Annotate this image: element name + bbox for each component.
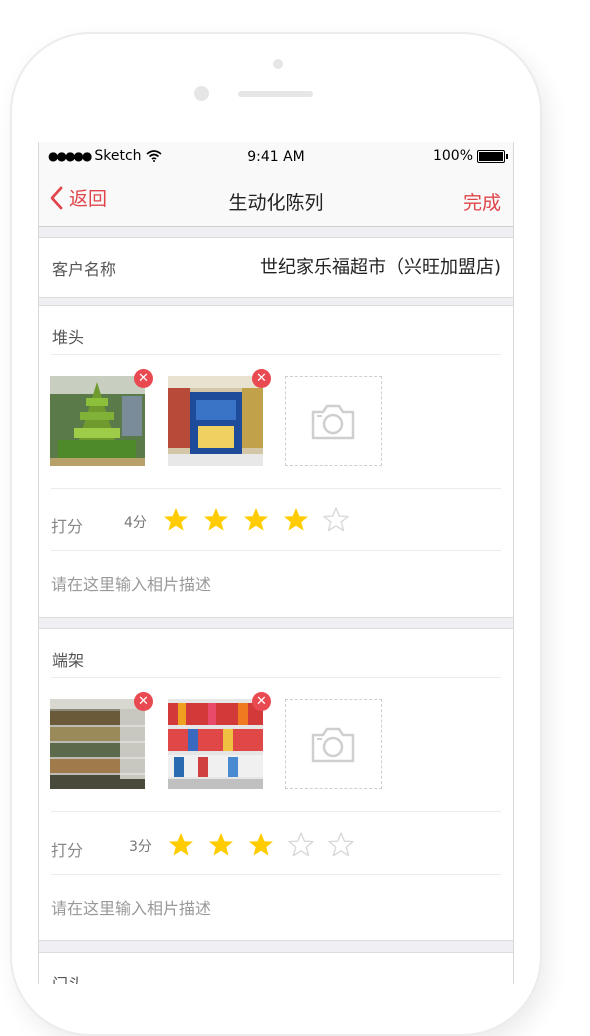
divider (51, 488, 501, 489)
score-value: 4分 (124, 515, 147, 531)
star-icon[interactable] (323, 507, 349, 533)
delete-photo-button[interactable]: ✕ (252, 369, 271, 388)
photo-thumbnail[interactable]: ✕ (50, 692, 153, 789)
navigation-bar: 返回 生动化陈列 完成 (39, 172, 513, 227)
star-icon[interactable] (248, 832, 274, 858)
display-stand-photo (168, 376, 263, 466)
star-icon[interactable] (168, 832, 194, 858)
star-icon[interactable] (328, 832, 354, 858)
app-screen: ●●●●● Sketch 9:41 AM 100% 返回 生动化陈列 完成 客户… (38, 142, 514, 984)
add-photo-button[interactable] (285, 376, 382, 466)
star-icon[interactable] (283, 507, 309, 533)
section-title: 堆头 (52, 328, 85, 347)
camera-icon (311, 727, 355, 763)
star-icon[interactable] (203, 507, 229, 533)
product-pyramid-photo (50, 376, 145, 466)
photo-thumbnail[interactable]: ✕ (168, 692, 271, 789)
display-section: 门头 (39, 952, 513, 984)
photo-thumbnail[interactable]: ✕ (50, 369, 153, 466)
display-section: 堆头 ✕ ✕ 打分 4分 请在这里输入相片描述 (39, 305, 513, 618)
star-icon[interactable] (163, 507, 189, 533)
done-button[interactable]: 完成 (463, 188, 501, 215)
customer-row: 客户名称 世纪家乐福超市（兴旺加盟店) (39, 237, 513, 298)
photo-description-input[interactable]: 请在这里输入相片描述 (51, 895, 211, 919)
score-value: 3分 (129, 839, 152, 855)
delete-photo-button[interactable]: ✕ (252, 692, 271, 711)
earpiece-speaker (238, 91, 313, 97)
customer-value: 世纪家乐福超市（兴旺加盟店) (259, 257, 501, 278)
section-title: 门头 (52, 971, 84, 984)
star-icon[interactable] (208, 832, 234, 858)
photo-thumbnail[interactable]: ✕ (168, 369, 271, 466)
page-title: 生动化陈列 (228, 192, 324, 214)
divider (51, 677, 501, 678)
section-title: 端架 (52, 651, 85, 670)
battery-percent: 100% (432, 148, 473, 164)
delete-photo-button[interactable]: ✕ (134, 692, 153, 711)
battery-icon (477, 149, 508, 163)
photo-description-input[interactable]: 请在这里输入相片描述 (51, 571, 211, 595)
divider (51, 811, 501, 812)
delete-photo-button[interactable]: ✕ (134, 369, 153, 388)
display-section: 端架 ✕ ✕ 打分 3分 请在这里输入相片描述 (39, 628, 513, 941)
divider (51, 354, 501, 355)
shelf-photo (50, 699, 145, 789)
star-icon[interactable] (243, 507, 269, 533)
divider (51, 874, 501, 875)
status-bar: ●●●●● Sketch 9:41 AM 100% (39, 142, 513, 172)
star-icon[interactable] (288, 832, 314, 858)
camera-icon (311, 404, 355, 440)
front-camera (273, 59, 283, 69)
proximity-sensor (194, 86, 209, 101)
score-label: 打分 (51, 517, 84, 536)
add-photo-button[interactable] (285, 699, 382, 789)
beverage-shelf-photo (168, 699, 263, 789)
customer-label: 客户名称 (52, 260, 117, 279)
divider (51, 550, 501, 551)
score-label: 打分 (51, 841, 84, 860)
